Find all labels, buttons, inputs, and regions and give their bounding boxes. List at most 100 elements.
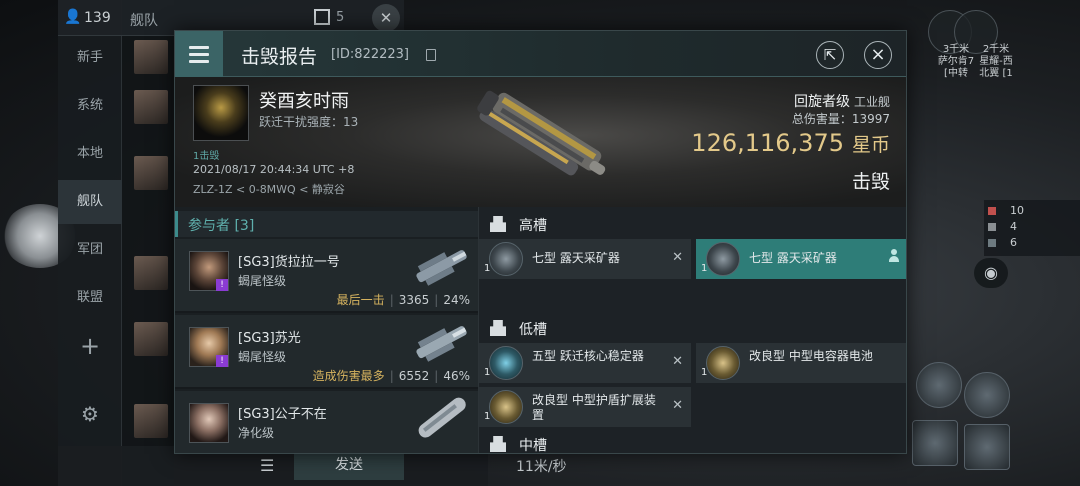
hostile-icon [988,207,996,215]
participant-row[interactable]: ! [SG3]苏光 蝎尾怪级 造成伤害最多 | 6552 | 46% [175,315,478,389]
victim-kill-count: 1击毁 [193,151,220,162]
slot-group-label: 中槽 [519,438,547,454]
avatar[interactable] [134,322,168,356]
module-quantity: 1 [484,411,491,422]
drone-badge-icon: ! [216,279,228,291]
slot-group-label: 低槽 [519,322,547,338]
gear-icon[interactable]: ⚙ [58,392,122,436]
strip-miner-icon [489,242,523,276]
low-slot-icon [490,320,506,336]
kill-location[interactable]: ZLZ-1Z < 0-8MWQ < 静寂谷 [193,181,345,197]
victim-ship-name: 回旋者级 [793,94,850,110]
victim-name[interactable]: 癸酉亥时雨 [259,87,349,113]
module-button[interactable] [912,420,958,466]
low-slot-header: 低槽 [479,315,906,341]
module-button[interactable] [964,372,1010,418]
participant-ship: 净化级 [238,426,275,440]
participant-tag: 最后一击 [336,293,385,307]
module-slot[interactable]: 1 改良型 中型护盾扩展装置 ✕ [479,387,691,427]
victim-ship-class[interactable]: 回旋者级 工业舰 [794,91,890,111]
participant-ship-image [416,326,467,362]
ship-speed: 11米/秒 [516,459,567,475]
close-icon[interactable]: × [864,41,892,69]
destroyed-icon: ✕ [672,250,683,265]
victim-portrait[interactable] [193,85,249,141]
send-button[interactable]: 发送 [294,450,404,480]
participant-damage: 3365 [398,293,430,307]
mid-slot-icon [490,436,506,452]
isk-amount: 126,116,375 [691,129,844,157]
status-counters: 10 4 6 [984,200,1080,256]
person-icon [888,249,900,265]
kill-report-dialog: 击毁报告 [ID:822223] ⇱ × 癸酉亥时雨 跃迁干扰强度：13 1击毁… [174,30,907,454]
mid-slot-header: 中槽 [479,431,906,454]
eye-icon[interactable]: ◉ [974,258,1008,288]
close-icon[interactable]: ✕ [372,4,400,32]
chat-channel-nav: 新手 系统 本地 舰队 军团 联盟 + ⚙ [58,0,122,486]
nav-item-system[interactable]: 系统 [58,84,122,128]
avatar[interactable] [134,404,168,438]
add-channel-icon[interactable]: + [58,324,122,368]
isk-value: 126,116,375 星币 [691,129,890,157]
total-damage: 总伤害量：13997 [791,112,890,126]
module-slot[interactable]: 1 七型 露天采矿器 ✕ [479,239,691,279]
participant-row[interactable]: ! [SG3]货拉拉一号 蝎尾怪级 最后一击 | 3365 | 24% [175,239,478,313]
module-button[interactable] [964,424,1010,470]
participant-tag: 造成伤害最多 [312,369,385,383]
warp-core-stabilizer-icon [489,346,523,380]
participant-percent: 24% [443,293,470,307]
module-slot[interactable]: 1 改良型 中型电容器电池 [696,343,906,383]
chat-channel-title: 舰队 [130,13,158,29]
module-name: 七型 露天采矿器 [532,251,620,265]
strip-miner-icon [706,242,740,276]
module-quantity: 1 [701,367,708,378]
isk-currency: 星币 [851,134,890,156]
avatar[interactable] [134,156,168,190]
copy-icon[interactable] [426,49,436,61]
nav-item-corp[interactable]: 军团 [58,228,122,272]
destroyed-icon: ✕ [672,354,683,369]
module-name: 改良型 中型电容器电池 [749,349,873,363]
participant-ship-image [416,250,467,286]
participant-row[interactable]: [SG3]公子不在 净化级 [175,391,478,453]
victim-summary: 癸酉亥时雨 跃迁干扰强度：13 1击毁 2021/08/17 20:44:34 … [175,77,906,207]
participant-portrait [189,403,229,443]
menu-icon[interactable] [175,31,223,77]
participant-name: [SG3]货拉拉一号 [238,255,340,270]
chat-messages-column [122,0,174,486]
nav-item-fleet[interactable]: 舰队 [58,180,122,224]
module-quantity: 1 [484,367,491,378]
participants-title: 参与者 [3] [188,218,255,234]
friendly-icon [988,239,996,247]
module-quantity: 1 [701,263,708,274]
participant-name: [SG3]苏光 [238,331,301,346]
kill-timestamp: 2021/08/17 20:44:34 UTC +8 [193,163,355,176]
victim-ship-image[interactable] [461,79,621,203]
high-slot-header: 高槽 [479,211,906,237]
neutral-icon [988,223,996,231]
avatar[interactable] [134,90,168,124]
nav-item-alliance[interactable]: 联盟 [58,276,122,320]
neutral-count: 4 [1010,220,1017,233]
participants-header: 参与者 [3] [175,211,478,237]
member-count: 139 [84,10,111,26]
kill-status: 击毁 [851,171,890,193]
module-quantity: 1 [484,263,491,274]
module-button[interactable] [916,362,962,408]
fitting-slots-panel: 高槽 1 七型 露天采矿器 ✕ 1 七型 露天采矿器 低槽 1 五型 跃迁核心稳… [478,207,906,454]
report-id: [ID:822223] [331,47,409,62]
module-slot[interactable]: 1 五型 跃迁核心稳定器 ✕ [479,343,691,383]
nav-item-newbie[interactable]: 新手 [58,36,122,80]
participant-ship-image [418,397,466,438]
share-icon[interactable]: ⇱ [816,41,844,69]
avatar[interactable] [134,40,168,74]
menu-icon[interactable]: ☰ [260,456,274,475]
avatar[interactable] [134,256,168,290]
victim-ship-type: 工业舰 [853,95,890,109]
participant-ship: 蝎尾怪级 [238,350,287,364]
mail-icon[interactable] [314,9,330,25]
nav-item-local[interactable]: 本地 [58,132,122,176]
participant-stats: 造成伤害最多 | 6552 | 46% [312,369,470,383]
module-slot[interactable]: 1 七型 露天采矿器 [696,239,906,279]
drone-badge-icon: ! [216,355,228,367]
